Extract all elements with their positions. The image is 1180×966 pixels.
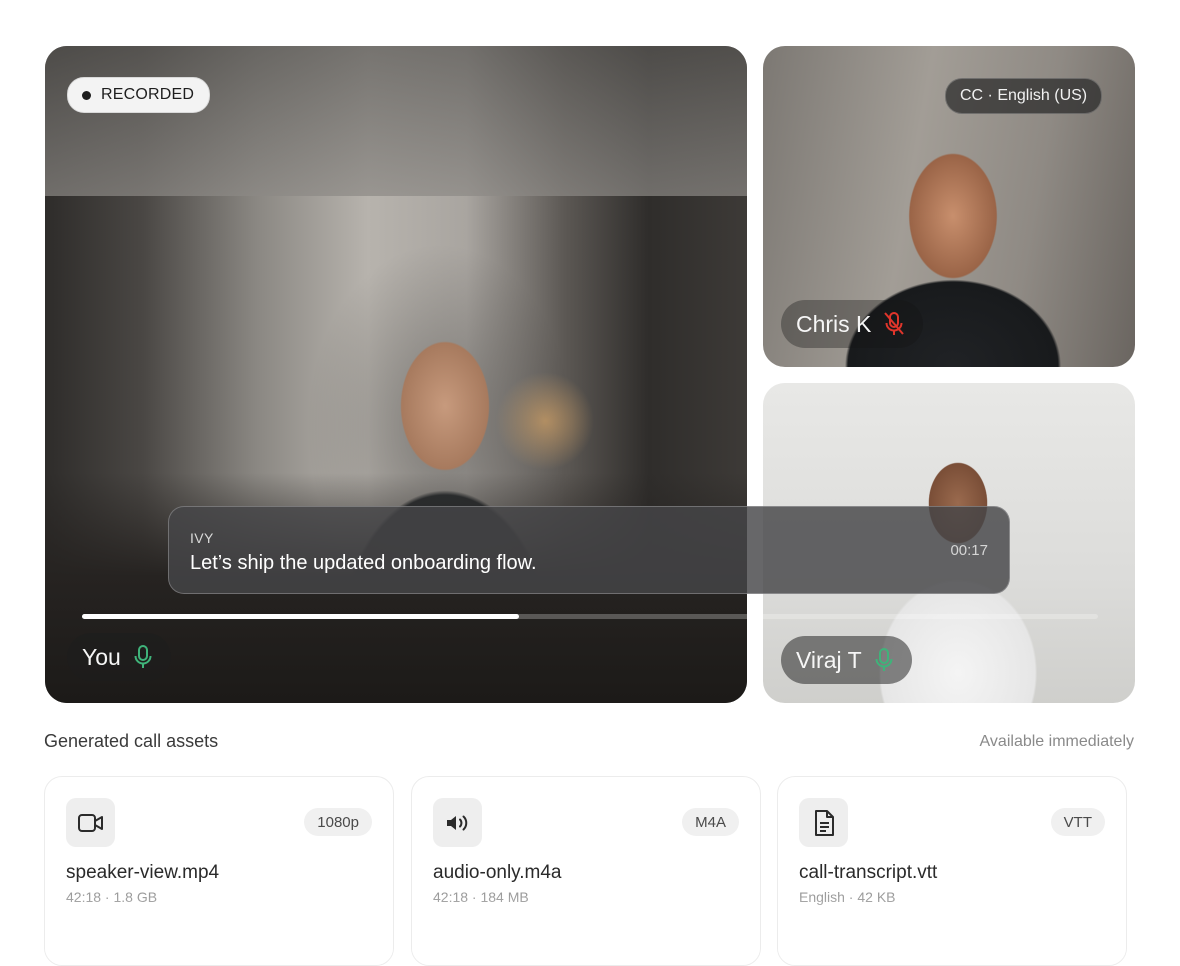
asset-filename: call-transcript.vtt	[799, 862, 938, 883]
asset-meta: 42:18 · 184 MB	[433, 889, 529, 905]
asset-format-badge: VTT	[1050, 808, 1105, 836]
asset-meta: English · 42 KB	[799, 889, 896, 905]
video-background	[45, 46, 747, 196]
recording-badge: RECORDED	[67, 77, 211, 113]
participant-name: Chris K	[796, 310, 872, 337]
live-caption-panel: IVY Let’s ship the updated onboarding fl…	[168, 506, 1010, 594]
playback-progress-bar[interactable]	[82, 614, 1098, 619]
caption-speaker: IVY	[190, 530, 214, 546]
participant-name: You	[82, 643, 121, 670]
assets-section-title: Generated call assets	[44, 731, 219, 751]
participant-name: Viraj T	[796, 646, 862, 673]
participant-chip-viraj: Viraj T	[781, 636, 912, 684]
asset-filename: audio-only.m4a	[433, 862, 562, 883]
captions-language-label: CC · English (US)	[960, 87, 1088, 104]
microphone-icon	[874, 647, 894, 673]
asset-meta: 42:18 · 1.8 GB	[66, 889, 158, 905]
caption-text: Let’s ship the updated onboarding flow.	[190, 552, 537, 574]
asset-card-video[interactable]: 1080p speaker-view.mp4 42:18 · 1.8 GB	[44, 776, 394, 966]
microphone-icon	[133, 644, 153, 670]
record-dot-icon	[82, 90, 91, 100]
captions-language-button[interactable]: CC · English (US)	[945, 78, 1103, 114]
audio-icon	[433, 798, 482, 847]
caption-timestamp: 00:17	[950, 542, 988, 559]
asset-format-badge: M4A	[682, 808, 739, 836]
playback-progress-fill	[82, 614, 519, 619]
main-video-tile[interactable]	[45, 46, 747, 703]
asset-card-transcript[interactable]: VTT call-transcript.vtt English · 42 KB	[777, 776, 1127, 966]
assets-availability-note: Available immediately	[979, 733, 1134, 750]
participant-chip-you: You	[67, 633, 171, 681]
microphone-muted-icon	[883, 311, 905, 337]
document-icon	[799, 798, 848, 847]
asset-filename: speaker-view.mp4	[66, 862, 220, 883]
participant-chip-chris: Chris K	[781, 300, 924, 348]
video-icon	[66, 798, 115, 847]
recording-label: RECORDED	[101, 86, 195, 103]
asset-card-audio[interactable]: M4A audio-only.m4a 42:18 · 184 MB	[411, 776, 761, 966]
asset-format-badge: 1080p	[304, 808, 372, 836]
